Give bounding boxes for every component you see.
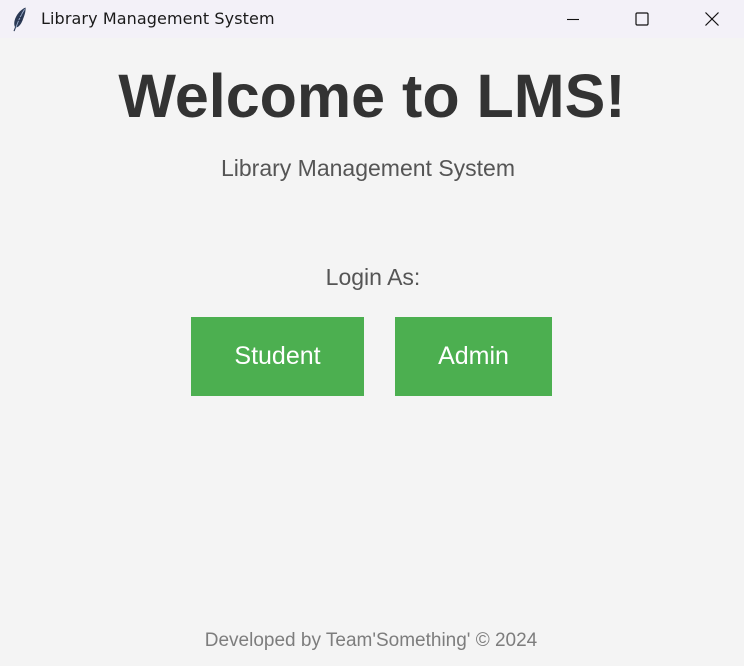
subtitle: Library Management System <box>220 155 515 181</box>
login-as-label: Login As: <box>325 264 421 290</box>
maximize-icon <box>635 12 649 26</box>
maximize-button[interactable] <box>607 0 677 38</box>
window-title: Library Management System <box>41 9 275 28</box>
main-content: Welcome to LMS! Library Management Syste… <box>0 38 744 666</box>
feather-icon <box>10 6 30 32</box>
admin-login-button[interactable]: Admin <box>395 317 552 396</box>
close-button[interactable] <box>677 0 744 38</box>
welcome-heading: Welcome to LMS! <box>118 62 626 130</box>
minimize-button[interactable] <box>538 0 608 38</box>
window-titlebar[interactable]: Library Management System <box>0 0 744 38</box>
student-login-button[interactable]: Student <box>191 317 364 396</box>
close-icon <box>705 12 719 26</box>
minimize-icon <box>567 18 579 21</box>
footer-credits: Developed by Team'Something' © 2024 <box>204 630 538 651</box>
